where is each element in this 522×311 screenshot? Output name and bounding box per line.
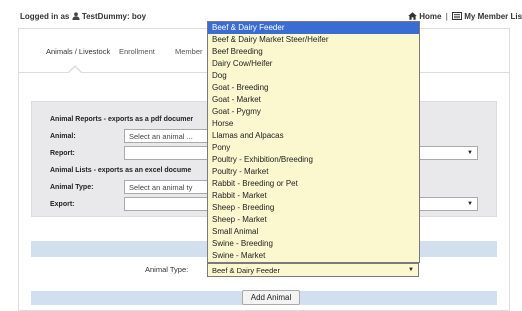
dropdown-option[interactable]: Swine - Breeding (208, 238, 419, 250)
animal-type-dropdown-list[interactable]: Beef & Dairy Feeder Beef & Dairy Market S… (207, 21, 420, 263)
home-link[interactable]: Home (419, 12, 441, 21)
add-animal-type-label: Animal Type: (145, 265, 189, 274)
dropdown-option[interactable]: Beef & Dairy Market Steer/Heifer (208, 34, 419, 46)
export-label: Export: (50, 201, 75, 208)
dropdown-option[interactable]: Llamas and Alpacas (208, 130, 419, 142)
animal-select[interactable]: Select an animal ... (124, 129, 209, 143)
export-select-right[interactable]: ▼ (420, 197, 478, 211)
animal-type-label: Animal Type: (50, 184, 94, 191)
dropdown-option[interactable]: Sheep - Market (208, 214, 419, 226)
dropdown-arrow-icon: ▼ (408, 267, 414, 273)
animal-type-select-value: Select an animal ty (129, 183, 193, 192)
dropdown-option[interactable]: Goat - Market (208, 94, 419, 106)
tab-enrollment[interactable]: Enrollment (119, 47, 155, 56)
top-links: Home | My Member List (408, 12, 522, 21)
dropdown-option[interactable]: Goat - Pygmy (208, 106, 419, 118)
excel-lists-title: Animal Lists - exports as an excel docum… (50, 167, 192, 174)
animal-type-select[interactable]: Select an animal ty (124, 180, 209, 194)
dropdown-option[interactable]: Pony (208, 142, 419, 154)
add-animal-type-value: Beef & Dairy Feeder (212, 266, 280, 275)
member-list-link[interactable]: My Member List (464, 12, 522, 21)
animal-select-value: Select an animal ... (129, 132, 193, 141)
dropdown-option[interactable]: Horse (208, 118, 419, 130)
report-label: Report: (50, 150, 75, 157)
dropdown-option[interactable]: Goat - Breeding (208, 82, 419, 94)
dropdown-option[interactable]: Beef & Dairy Feeder (208, 22, 419, 34)
dropdown-option[interactable]: Dairy Cow/Heifer (208, 58, 419, 70)
home-icon[interactable] (408, 12, 417, 20)
login-prefix: Logged in as (20, 12, 70, 21)
add-animal-type-select[interactable]: Beef & Dairy Feeder ▼ (207, 263, 419, 277)
dropdown-option[interactable]: Rabbit - Breeding or Pet (208, 178, 419, 190)
tab-member[interactable]: Member (175, 47, 203, 56)
dropdown-arrow-icon: ▼ (467, 150, 473, 156)
link-separator: | (445, 12, 448, 21)
user-name: TestDummy: boy (81, 12, 147, 21)
dropdown-option[interactable]: Beef Breeding (208, 46, 419, 58)
add-animal-button[interactable]: Add Animal (242, 290, 300, 305)
export-select[interactable] (124, 197, 209, 211)
dropdown-option[interactable]: Sheep - Breeding (208, 202, 419, 214)
report-select-right[interactable]: ▼ (420, 146, 478, 160)
dropdown-option[interactable]: Swine - Market (208, 250, 419, 262)
report-select[interactable] (124, 146, 209, 160)
dropdown-option[interactable]: Small Animal (208, 226, 419, 238)
dropdown-option[interactable]: Dog (208, 70, 419, 82)
pdf-reports-title: Animal Reports - exports as a pdf docume… (50, 116, 194, 123)
dropdown-option[interactable]: Poultry - Exhibition/Breeding (208, 154, 419, 166)
tab-animals-livestock[interactable]: Animals / Livestock (46, 47, 110, 56)
animal-label: Animal: (50, 133, 76, 140)
user-icon (71, 12, 80, 20)
login-status: Logged in as TestDummy: boy (20, 12, 146, 21)
dropdown-arrow-icon: ▼ (467, 201, 473, 207)
dropdown-option[interactable]: Poultry - Market (208, 166, 419, 178)
dropdown-option[interactable]: Rabbit - Market (208, 190, 419, 202)
list-icon[interactable] (452, 12, 463, 20)
